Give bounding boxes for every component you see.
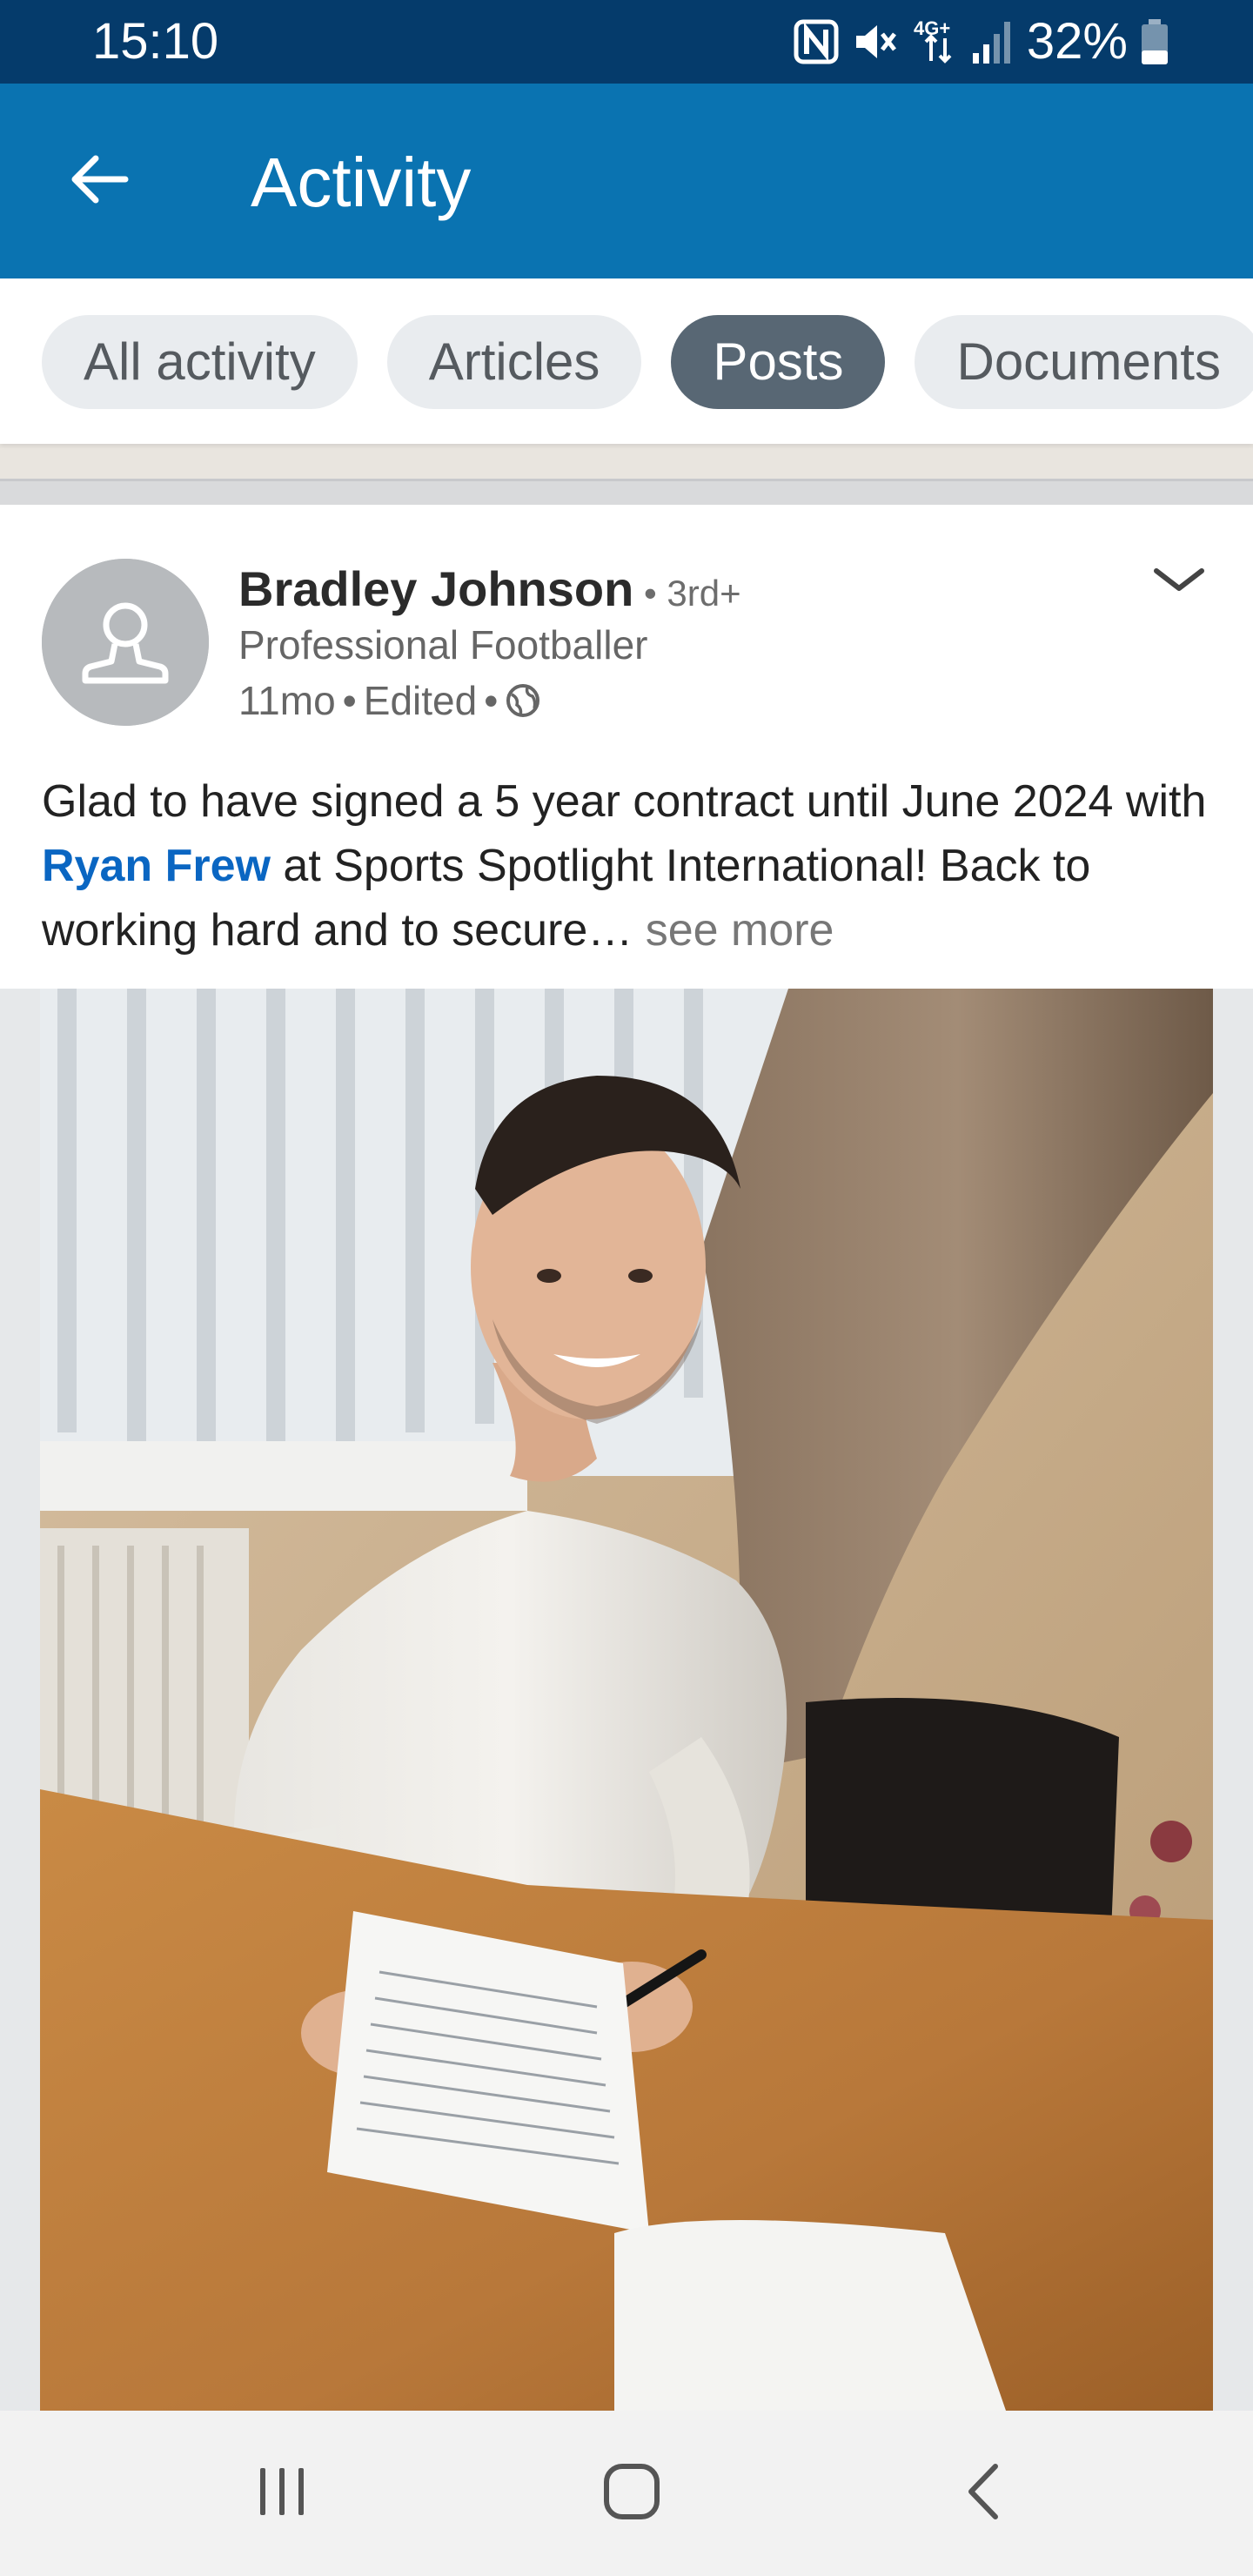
see-more-link[interactable]: see more bbox=[633, 905, 834, 956]
author-headline: Professional Footballer bbox=[238, 622, 648, 667]
divider bbox=[0, 479, 1253, 506]
home-button[interactable] bbox=[580, 2445, 684, 2541]
post-age: 11mo bbox=[238, 678, 336, 723]
back-icon bbox=[957, 2461, 1009, 2526]
status-bar: 15:10 4G+ 32% bbox=[0, 0, 1253, 84]
default-person-avatar-icon bbox=[42, 559, 209, 726]
app-bar: Activity bbox=[0, 84, 1253, 278]
meta-separator: • bbox=[342, 678, 357, 723]
arrow-left-icon bbox=[66, 153, 129, 210]
recent-apps-button[interactable] bbox=[230, 2445, 334, 2541]
avatar[interactable] bbox=[42, 559, 209, 726]
nav-back-button[interactable] bbox=[931, 2445, 1035, 2541]
battery-icon bbox=[1140, 17, 1169, 66]
connection-degree: • 3rd+ bbox=[633, 573, 741, 614]
battery-percent: 32% bbox=[1026, 13, 1128, 70]
author-name[interactable]: Bradley Johnson bbox=[238, 561, 633, 616]
chip-articles[interactable]: Articles bbox=[386, 315, 642, 409]
post-menu-button[interactable] bbox=[1140, 552, 1218, 613]
status-icons: 4G+ 32% bbox=[794, 12, 1169, 71]
author-name-line[interactable]: Bradley Johnson • 3rd+ bbox=[238, 560, 741, 622]
post-edited: Edited bbox=[363, 678, 478, 723]
system-nav-bar bbox=[0, 2411, 1253, 2576]
post-meta: 11mo • Edited • bbox=[238, 675, 541, 726]
filter-chips: All activity Articles Posts Documents bbox=[0, 278, 1253, 444]
signal-icon bbox=[971, 18, 1015, 65]
network-4g-icon: 4G+ bbox=[910, 16, 959, 68]
home-icon bbox=[601, 2461, 662, 2526]
mention-link[interactable]: Ryan Frew bbox=[42, 841, 271, 891]
mute-icon bbox=[851, 18, 898, 65]
post-text-start: Glad to have signed a 5 year contract un… bbox=[42, 776, 1207, 827]
page-title: Activity bbox=[251, 144, 472, 221]
chip-posts[interactable]: Posts bbox=[671, 315, 886, 409]
meta-separator: • bbox=[484, 678, 499, 723]
post-photo[interactable] bbox=[40, 989, 1213, 2411]
back-button[interactable] bbox=[56, 146, 139, 216]
nfc-icon bbox=[794, 19, 839, 64]
globe-icon bbox=[505, 682, 541, 719]
recent-apps-icon bbox=[253, 2463, 311, 2525]
chip-documents[interactable]: Documents bbox=[915, 315, 1253, 409]
post-text: Glad to have signed a 5 year contract un… bbox=[42, 769, 1225, 963]
status-time: 15:10 bbox=[92, 13, 219, 70]
chevron-down-icon bbox=[1153, 566, 1205, 600]
chip-all-activity[interactable]: All activity bbox=[42, 315, 358, 409]
